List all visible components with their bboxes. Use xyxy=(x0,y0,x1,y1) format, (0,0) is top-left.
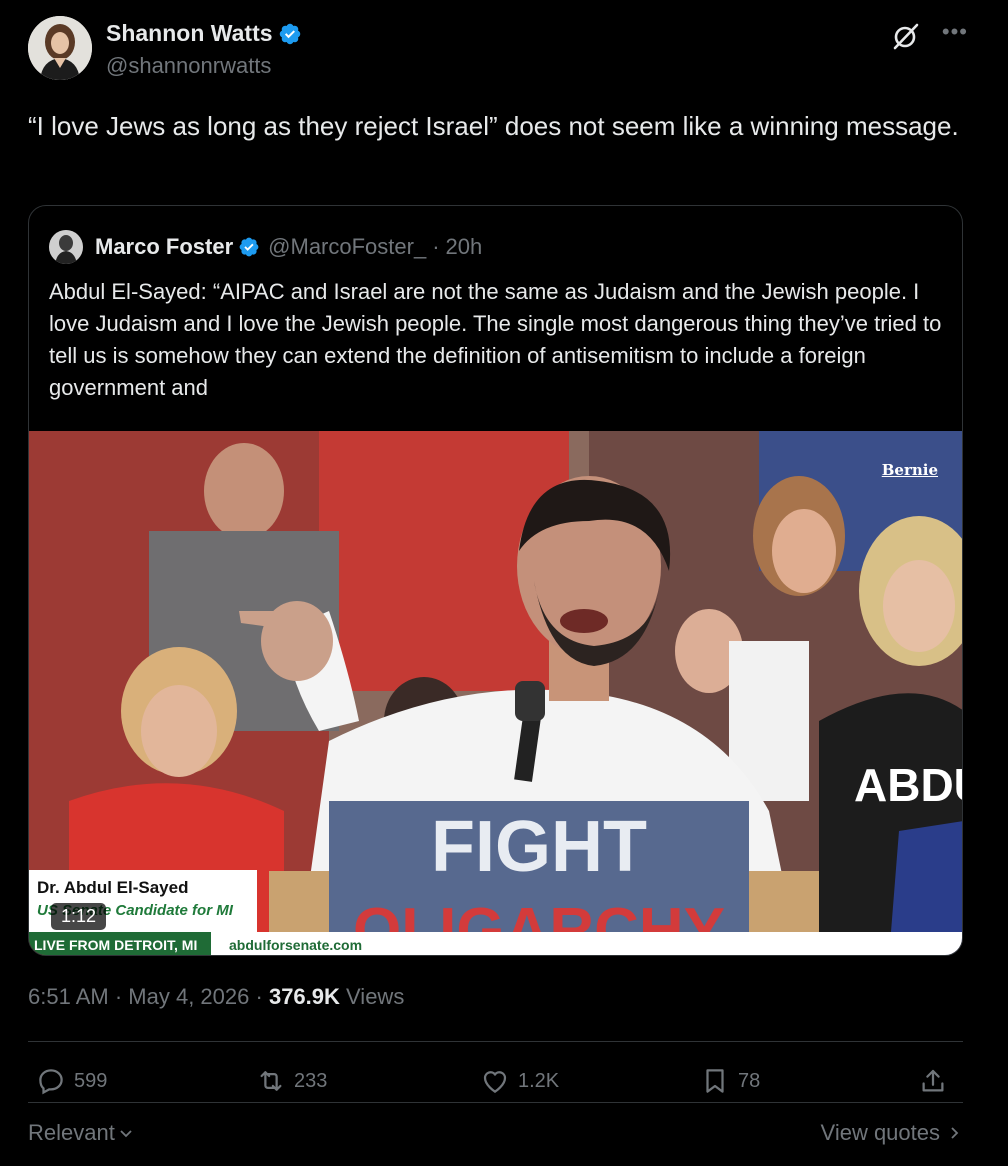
repost-button[interactable]: 233 xyxy=(256,1066,327,1096)
chevron-down-icon xyxy=(120,1130,132,1138)
podium-text: FIGHT xyxy=(431,807,647,887)
tweet-text: “I love Jews as long as they reject Isra… xyxy=(28,111,959,141)
verified-badge-icon xyxy=(279,23,300,44)
sort-replies-dropdown[interactable]: Relevant xyxy=(28,1120,134,1146)
quoted-video[interactable]: FIGHT OLIGARCHY ABDU Bernie Dr. Abdul El… xyxy=(29,431,963,955)
grok-icon[interactable] xyxy=(890,20,922,52)
repost-count: 233 xyxy=(294,1069,328,1092)
tweet-date[interactable]: May 4, 2026 xyxy=(128,984,249,1009)
reply-icon xyxy=(39,1069,63,1095)
bookmark-button[interactable]: 78 xyxy=(700,1066,760,1096)
author-name-row[interactable]: Shannon Watts xyxy=(106,20,302,47)
quoted-tweet-text: Abdul El-Sayed: “AIPAC and Israel are no… xyxy=(49,279,942,400)
quoted-author-handle[interactable]: @MarcoFoster_ xyxy=(268,234,426,260)
share-icon xyxy=(922,1069,944,1092)
like-count: 1.2K xyxy=(518,1069,560,1092)
quoted-age[interactable]: 20h xyxy=(446,234,483,260)
reply-button[interactable]: 599 xyxy=(36,1066,107,1096)
view-quotes-link[interactable]: View quotes xyxy=(821,1120,962,1146)
verified-badge-icon xyxy=(239,237,259,257)
sort-label: Relevant xyxy=(28,1120,115,1145)
quoted-tweet-header: Marco Foster @MarcoFoster_ · 20h xyxy=(49,230,482,264)
ticker-location: LIVE FROM DETROIT, MI xyxy=(29,932,211,955)
like-button[interactable]: 1.2K xyxy=(480,1066,559,1096)
video-duration-badge: 1:12 xyxy=(51,903,107,930)
chevron-right-icon xyxy=(951,1127,959,1139)
svg-text:ABDU: ABDU xyxy=(854,759,963,811)
bernie-watermark: Bernie xyxy=(881,461,938,479)
tweet-time[interactable]: 6:51 AM xyxy=(28,984,109,1009)
quoted-author-name[interactable]: Marco Foster xyxy=(95,234,233,260)
divider xyxy=(28,1102,963,1103)
bookmark-count: 78 xyxy=(738,1069,761,1092)
divider xyxy=(28,1041,963,1042)
view-quotes-label: View quotes xyxy=(820,1120,940,1145)
author-avatar[interactable] xyxy=(28,16,92,80)
tweet-author: Shannon Watts @shannonrwatts xyxy=(28,16,302,80)
bookmark-icon xyxy=(706,1069,724,1093)
tweet-meta: 6:51 AM · May 4, 2026 · 376.9K Views xyxy=(28,984,405,1009)
author-handle[interactable]: @shannonrwatts xyxy=(106,53,302,79)
views-count: 376.9K xyxy=(268,984,340,1009)
tweet-top-actions: ••• xyxy=(890,20,968,52)
tweet-action-bar: 599 233 1.2K 78 xyxy=(28,1062,963,1102)
reply-count: 599 xyxy=(74,1069,108,1092)
quoted-separator: · xyxy=(432,234,440,259)
share-button[interactable] xyxy=(918,1066,948,1096)
author-display-name[interactable]: Shannon Watts xyxy=(106,20,273,47)
quoted-tweet[interactable]: Marco Foster @MarcoFoster_ · 20h Abdul E… xyxy=(28,205,963,956)
ticker-website: abdulforsenate.com xyxy=(211,932,962,955)
heart-icon xyxy=(483,1071,507,1093)
quoted-author-avatar[interactable] xyxy=(49,230,83,264)
more-options-icon[interactable]: ••• xyxy=(942,21,968,43)
repost-icon xyxy=(260,1071,282,1091)
views-label: Views xyxy=(346,984,405,1009)
lower-third-name: Dr. Abdul El-Sayed xyxy=(37,878,189,897)
